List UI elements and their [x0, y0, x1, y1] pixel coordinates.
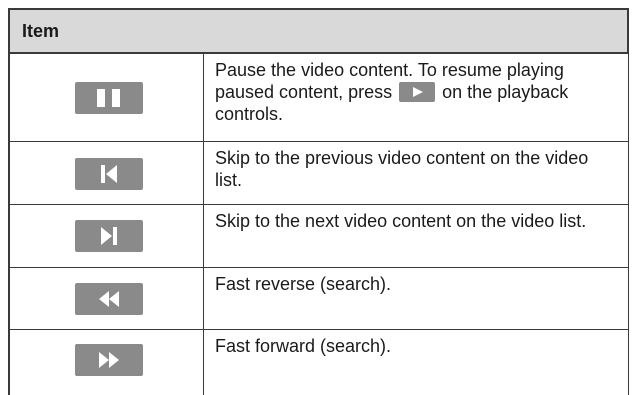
icon-cell — [10, 205, 203, 267]
icon-cell — [10, 54, 203, 141]
row-description: Pause the video content. To resume playi… — [215, 59, 620, 125]
table-row: Skip to the next video content on the vi… — [8, 205, 629, 267]
fast-reverse-icon — [75, 283, 143, 315]
header-item-label: Item — [22, 21, 60, 41]
row-description: Fast reverse (search). — [215, 274, 392, 294]
skip-previous-icon — [75, 158, 143, 190]
icon-cell — [10, 330, 203, 395]
icon-cell — [10, 268, 203, 329]
table-row: Fast forward (search). — [8, 330, 629, 395]
table-row: Pause the video content. To resume playi… — [8, 54, 629, 141]
table-row: Skip to the previous video content on th… — [8, 142, 629, 204]
row-description: Fast forward (search). — [215, 336, 392, 356]
icon-cell — [10, 142, 203, 204]
row-description: Skip to the next video content on the vi… — [215, 211, 587, 231]
table-header: Item — [10, 10, 627, 52]
table-row: Fast reverse (search). — [8, 268, 629, 329]
fast-forward-icon — [75, 344, 143, 376]
play-icon — [399, 82, 436, 102]
table-right-border-header — [627, 8, 629, 54]
pause-icon — [75, 82, 143, 114]
row-description: Skip to the previous video content on th… — [215, 148, 589, 190]
skip-next-icon — [75, 220, 143, 252]
playback-controls-table: Item Pause the video content. To resume … — [8, 8, 629, 395]
